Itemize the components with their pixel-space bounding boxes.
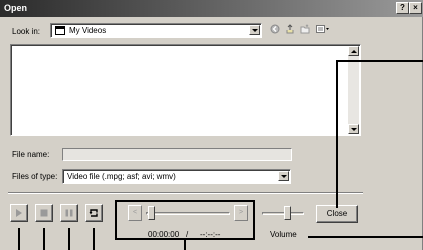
file-list[interactable]	[10, 44, 361, 136]
loop-icon	[89, 209, 98, 217]
pause-icon	[65, 209, 73, 217]
loop-button[interactable]	[85, 204, 103, 222]
callout-line	[18, 228, 20, 250]
files-of-type-value: Video file (.mpg; asf; avi; wmv)	[67, 172, 176, 181]
file-name-label: File name:	[12, 150, 50, 159]
seek-slider-thumb[interactable]	[148, 206, 155, 220]
look-in-dropdown[interactable]: My Videos	[50, 23, 262, 38]
volume-label: Volume	[270, 230, 297, 239]
divider	[8, 192, 363, 194]
time-total: --:--:--	[200, 230, 221, 239]
seek-forward-button[interactable]: >	[234, 205, 248, 221]
callout-line	[336, 60, 338, 208]
stop-button[interactable]	[35, 204, 53, 222]
title-bar[interactable]: Open ? ×	[0, 0, 423, 17]
file-name-field[interactable]	[62, 148, 292, 161]
callout-line	[184, 240, 186, 250]
play-icon	[16, 209, 22, 217]
callout-line	[43, 228, 45, 250]
play-button[interactable]	[10, 204, 28, 222]
callout-line	[308, 236, 423, 238]
close-window-button[interactable]: ×	[409, 2, 422, 14]
volume-slider-thumb[interactable]	[284, 206, 291, 220]
files-of-type-label: Files of type:	[12, 172, 58, 181]
scroll-up-icon[interactable]	[348, 46, 359, 56]
seek-track[interactable]	[146, 212, 230, 215]
files-of-type-dropdown[interactable]: Video file (.mpg; asf; avi; wmv)	[62, 169, 291, 184]
back-icon[interactable]	[270, 24, 280, 34]
up-folder-icon[interactable]	[285, 24, 295, 34]
callout-line	[68, 228, 70, 250]
views-menu-icon[interactable]	[316, 24, 330, 34]
scroll-down-icon[interactable]	[348, 124, 359, 134]
window-title: Open	[4, 3, 28, 13]
callout-line	[336, 60, 423, 62]
volume-track[interactable]	[262, 212, 304, 215]
stop-icon	[40, 209, 48, 217]
help-button[interactable]: ?	[396, 2, 409, 14]
chevron-down-icon[interactable]	[278, 171, 289, 181]
pause-button[interactable]	[60, 204, 78, 222]
folder-icon	[55, 26, 65, 35]
look-in-value: My Videos	[69, 26, 107, 35]
chevron-down-icon[interactable]	[249, 25, 260, 35]
look-in-label: Look in:	[12, 27, 41, 36]
new-folder-icon[interactable]	[300, 24, 310, 34]
open-dialog: Open ? × Look in: My Videos File name: F…	[0, 0, 423, 250]
callout-line	[93, 228, 95, 250]
time-current: 00:00:00	[148, 230, 180, 239]
seek-back-button[interactable]: <	[128, 205, 142, 221]
time-separator: /	[186, 230, 189, 239]
